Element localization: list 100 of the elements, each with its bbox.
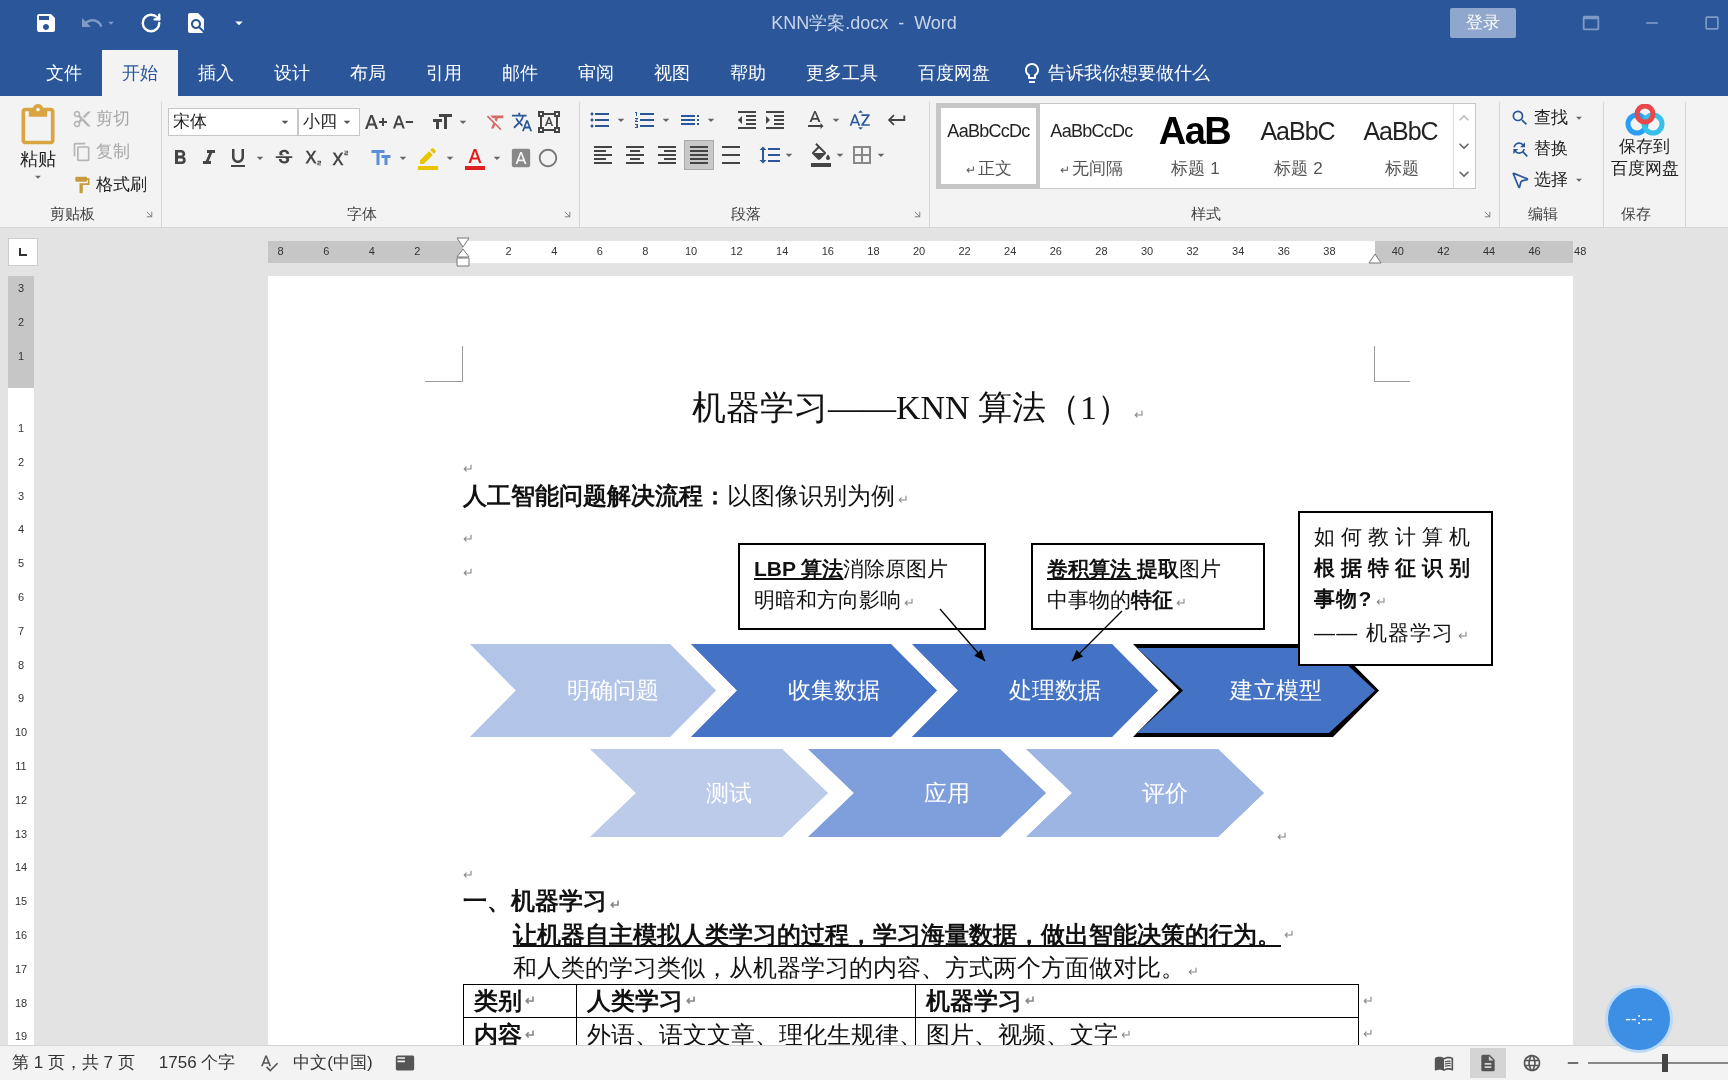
ruler-number: 2 bbox=[414, 244, 421, 258]
group-label: 样式 bbox=[1191, 205, 1221, 222]
alignment-icon bbox=[623, 143, 647, 167]
borders-icon[interactable] bbox=[850, 143, 874, 167]
style-option[interactable]: AaBbCcDc ↵无间隔 bbox=[1040, 104, 1143, 188]
save-to-cloud-button[interactable]: 保存到 百度网盘 bbox=[1604, 102, 1685, 180]
paintbrush-icon bbox=[72, 174, 92, 195]
ruler-number: 3 bbox=[16, 282, 26, 294]
search-icon bbox=[1510, 108, 1530, 128]
page-icon bbox=[1478, 1053, 1498, 1073]
increase-indent-icon[interactable] bbox=[763, 108, 787, 132]
font-color-icon[interactable] bbox=[463, 146, 487, 170]
alignment-icon bbox=[719, 143, 743, 167]
ruler-number: 26 bbox=[1049, 244, 1062, 258]
find-button[interactable]: 查找 bbox=[1510, 104, 1603, 132]
ruler-number: 18 bbox=[867, 244, 880, 258]
style-option[interactable]: AaBbC 标题 2 bbox=[1246, 104, 1349, 188]
ruler-number: 22 bbox=[958, 244, 971, 258]
character-shading-icon[interactable] bbox=[510, 147, 532, 169]
ribbon-tab[interactable]: 百度网盘 bbox=[898, 50, 1010, 96]
painter-button[interactable]: 格式刷 bbox=[72, 170, 147, 199]
ribbon-tab[interactable]: 文件 bbox=[26, 50, 102, 96]
justify-button[interactable] bbox=[684, 140, 714, 170]
ruler-number: 3 bbox=[16, 489, 26, 502]
ruler-number: 18 bbox=[13, 996, 29, 1009]
indent-marker-icon[interactable] bbox=[456, 237, 470, 267]
ribbon-tab[interactable]: 邮件 bbox=[482, 50, 558, 96]
ruler-number: 19 bbox=[13, 1030, 29, 1043]
decrease-indent-icon[interactable] bbox=[735, 108, 759, 132]
style-option[interactable]: AaBbCcDc ↵正文 bbox=[937, 104, 1040, 188]
alignment-icon bbox=[655, 143, 679, 167]
callout-box: 如何教计算机 根据特征识别 事物?↵ —— 机器学习↵ bbox=[1298, 511, 1493, 666]
crop-mark bbox=[1374, 346, 1410, 382]
ruler-number: 17 bbox=[13, 962, 29, 975]
style-option[interactable]: AaB 标题 1 bbox=[1143, 104, 1246, 188]
save-icon[interactable] bbox=[34, 11, 58, 35]
sort-icon[interactable] bbox=[848, 108, 872, 132]
zoom-thumb[interactable] bbox=[1662, 1054, 1668, 1072]
shading-icon[interactable] bbox=[809, 143, 833, 167]
ruler-number: 9 bbox=[16, 692, 26, 705]
ribbon-tab[interactable]: 视图 bbox=[634, 50, 710, 96]
ribbon-tab[interactable]: 插入 bbox=[178, 50, 254, 96]
ribbon-tab[interactable]: 审阅 bbox=[558, 50, 634, 96]
ruler-number: 5 bbox=[16, 557, 26, 570]
ruler-number: 1 bbox=[16, 422, 26, 434]
ruler-number: 6 bbox=[596, 244, 603, 258]
ribbon-tab[interactable]: 帮助 bbox=[710, 50, 786, 96]
ruler-number: 34 bbox=[1232, 244, 1245, 258]
ruler-number: 12 bbox=[730, 244, 743, 258]
character-border-icon[interactable] bbox=[537, 110, 561, 134]
group-label: 字体 bbox=[347, 205, 377, 222]
ruler-number: 2 bbox=[16, 316, 26, 328]
right-indent-icon[interactable] bbox=[1368, 253, 1382, 265]
ribbon-tab[interactable]: 设计 bbox=[254, 50, 330, 96]
select-button[interactable]: 选择 bbox=[1510, 166, 1603, 194]
ribbon-tab[interactable]: 开始 bbox=[102, 50, 178, 96]
replace-icon bbox=[1510, 139, 1530, 159]
font-name-field[interactable]: 宋体 bbox=[168, 108, 298, 136]
ruler-number: 10 bbox=[684, 244, 698, 258]
enclose-character-icon[interactable] bbox=[537, 147, 559, 169]
ruler-number: 30 bbox=[1140, 244, 1154, 258]
maximize-icon[interactable] bbox=[1702, 13, 1722, 33]
ruler-number: 28 bbox=[1095, 244, 1108, 258]
ruler-number: 4 bbox=[16, 523, 26, 536]
language-label[interactable]: 中文(中国) bbox=[293, 1050, 373, 1076]
print-layout-button[interactable] bbox=[1470, 1048, 1506, 1078]
replace-button[interactable]: 替换 bbox=[1510, 135, 1603, 163]
style-option[interactable]: AaBbC 标题 bbox=[1349, 104, 1452, 188]
ruler-number: 1 bbox=[16, 350, 26, 362]
macro-icon[interactable] bbox=[394, 1053, 415, 1073]
ruler-number: 4 bbox=[551, 244, 558, 258]
ruler-number: 12 bbox=[13, 793, 29, 806]
group-label: 剪贴板 bbox=[49, 205, 95, 222]
word-count: 1756 个字 bbox=[158, 1052, 236, 1075]
ruler-number: 11 bbox=[14, 760, 28, 772]
zoom-slider[interactable] bbox=[1588, 1053, 1728, 1073]
arrow bbox=[939, 608, 986, 662]
font-size-field[interactable]: 小四 bbox=[298, 108, 360, 136]
ribbon-tab[interactable]: 布局 bbox=[330, 50, 406, 96]
document-title: 机器学习——KNN 算法（1）↵ bbox=[691, 389, 1146, 426]
tab-selector[interactable] bbox=[8, 238, 38, 266]
ruler-number: 14 bbox=[776, 244, 789, 258]
ruler-number: 16 bbox=[13, 929, 29, 941]
paragraph-mark: ↵ bbox=[463, 529, 474, 548]
comparison-text: 和人类的学习类似，从机器学习的内容、方式两个方面做对比。↵ bbox=[513, 953, 1199, 983]
ruler-number: 20 bbox=[912, 244, 926, 258]
ruler-number: 13 bbox=[13, 827, 29, 840]
tell-me-button[interactable]: 告诉我你想要做什么 bbox=[1020, 50, 1210, 96]
ribbon-tab[interactable]: 引用 bbox=[406, 50, 482, 96]
copy-icon bbox=[72, 141, 92, 162]
paste-button[interactable]: 粘贴 bbox=[14, 104, 62, 201]
page-count: 第 1 页，共 7 页 bbox=[12, 1052, 135, 1075]
phonetic-guide-icon[interactable] bbox=[511, 111, 533, 133]
redo-icon[interactable] bbox=[140, 12, 162, 34]
process-step: 明确问题 bbox=[470, 644, 716, 737]
process-step: 处理数据 bbox=[912, 644, 1158, 737]
process-step: 测试 bbox=[590, 749, 828, 837]
ribbon-tab[interactable]: 更多工具 bbox=[786, 50, 898, 96]
proofing-icon[interactable] bbox=[259, 1053, 280, 1073]
section-heading: 一、机器学习↵ bbox=[463, 887, 621, 916]
